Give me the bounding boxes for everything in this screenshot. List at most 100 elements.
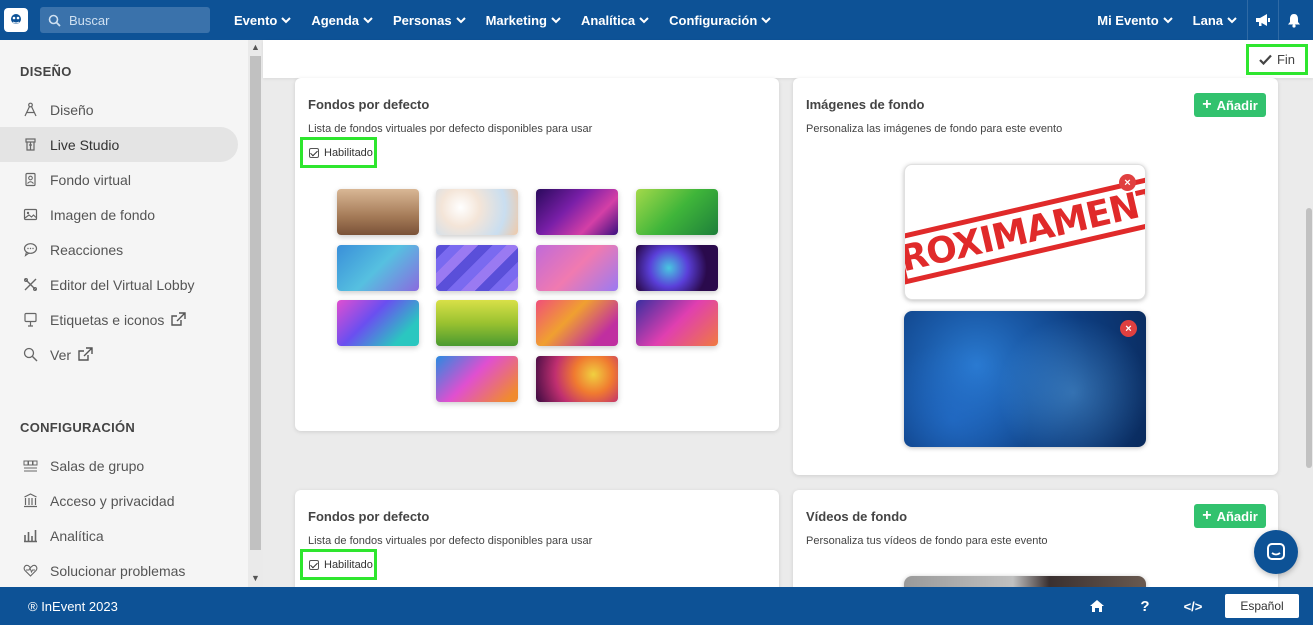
card-title: Fondos por defecto	[308, 97, 430, 112]
checkbox-icon	[309, 147, 319, 158]
card-title: Vídeos de fondo	[806, 509, 908, 524]
help-icon[interactable]: ?	[1121, 598, 1169, 615]
groups-icon	[22, 458, 38, 474]
sidebar-item-fondo-virtual[interactable]: Fondo virtual	[0, 162, 238, 197]
close-icon[interactable]: ×	[1120, 320, 1137, 337]
card-title: Fondos por defecto	[308, 509, 430, 524]
background-thumbnail[interactable]	[536, 300, 618, 346]
add-video-button[interactable]: + Añadir	[1194, 504, 1266, 528]
background-thumbnail[interactable]	[536, 189, 618, 235]
sidebar-item-salas-de-grupo[interactable]: Salas de grupo	[0, 448, 238, 483]
sidebar-item-reacciones[interactable]: Reacciones	[0, 232, 238, 267]
inevent-logo-icon[interactable]	[4, 8, 28, 32]
sign-icon	[22, 312, 38, 328]
portrait-icon	[22, 172, 38, 188]
page-header: Fin	[263, 40, 1313, 78]
sidebar-section-configuracion: CONFIGURACIÓN	[20, 420, 136, 435]
background-thumbnail[interactable]	[337, 300, 419, 346]
chevron-down-icon	[363, 16, 373, 23]
home-icon[interactable]	[1073, 599, 1121, 613]
background-thumbnail[interactable]	[436, 300, 518, 346]
footer: ® InEvent 2023 ? </> Español	[0, 587, 1313, 625]
nav-menu-analitica[interactable]: Analítica	[581, 13, 649, 28]
card-title: Imágenes de fondo	[806, 97, 925, 112]
event-selector[interactable]: Mi Evento	[1097, 13, 1173, 28]
nav-menu-evento[interactable]: Evento	[234, 13, 292, 28]
language-selector[interactable]: Español	[1225, 594, 1299, 618]
sidebar-item-diseno[interactable]: Diseño	[0, 92, 238, 127]
sidebar-group-configuracion: Salas de grupo Acceso y privacidad Analí…	[0, 448, 238, 587]
background-image-space[interactable]: ×	[904, 311, 1146, 447]
sidebar-scrollbar[interactable]: ▲ ▼	[248, 40, 263, 587]
card-description: Lista de fondos virtuales por defecto di…	[308, 123, 593, 135]
checkbox-icon	[309, 559, 319, 570]
sidebar-item-etiquetas-e-iconos[interactable]: Etiquetas e iconos	[0, 302, 238, 337]
check-icon	[1259, 54, 1272, 65]
nav-menu-marketing[interactable]: Marketing	[486, 13, 561, 28]
nav-right-group: Mi Evento Lana	[1087, 0, 1313, 40]
chart-icon	[22, 528, 38, 544]
nav-menu-configuracion[interactable]: Configuración	[669, 13, 771, 28]
page-scrollbar[interactable]	[1305, 78, 1313, 587]
background-thumbnail[interactable]	[536, 356, 618, 402]
megaphone-icon[interactable]	[1248, 0, 1278, 40]
nav-menu-agenda[interactable]: Agenda	[311, 13, 373, 28]
background-thumbnail[interactable]	[436, 356, 518, 402]
code-icon[interactable]: </>	[1169, 599, 1217, 614]
chevron-down-icon	[551, 16, 561, 23]
chevron-down-icon	[281, 16, 292, 23]
sidebar-item-solucionar-problemas[interactable]: Solucionar problemas	[0, 553, 238, 587]
enabled-checkbox[interactable]: Habilitado	[300, 137, 377, 168]
plus-icon: +	[1202, 96, 1212, 113]
studio-icon	[22, 137, 38, 153]
background-thumbnail[interactable]	[636, 189, 718, 235]
chevron-down-icon	[761, 16, 771, 23]
chat-support-button[interactable]	[1254, 530, 1298, 574]
bell-icon[interactable]	[1279, 0, 1309, 40]
chevron-down-icon	[1227, 16, 1237, 23]
background-thumbnail[interactable]	[636, 300, 718, 346]
background-thumbnail[interactable]	[536, 245, 618, 291]
background-thumbnail[interactable]	[337, 189, 419, 235]
search-input[interactable]: Buscar	[40, 7, 210, 33]
footer-actions: ? </> Español	[1073, 594, 1313, 618]
enabled-checkbox[interactable]: Habilitado	[300, 549, 377, 580]
proximamente-stamp: PROXIMAMENTE	[905, 174, 1145, 286]
user-menu[interactable]: Lana	[1193, 13, 1237, 28]
add-image-button[interactable]: + Añadir	[1194, 93, 1266, 117]
background-image-proximamente[interactable]: PROXIMAMENTE ×	[904, 164, 1146, 300]
sidebar-scroll-thumb[interactable]	[250, 56, 261, 550]
search-icon	[22, 347, 38, 363]
nebula-texture	[904, 311, 1146, 447]
sidebar-item-live-studio[interactable]: Live Studio	[0, 127, 238, 162]
sidebar-item-acceso-y-privacidad[interactable]: Acceso y privacidad	[0, 483, 238, 518]
background-thumbnail[interactable]	[337, 245, 419, 291]
close-icon[interactable]: ×	[1119, 174, 1136, 191]
sidebar-item-analitica[interactable]: Analítica	[0, 518, 238, 553]
sidebar: DISEÑO Diseño Live Studio Fondo virtual …	[0, 40, 263, 587]
page-scroll-thumb[interactable]	[1306, 208, 1312, 468]
sidebar-section-diseno: DISEÑO	[20, 64, 72, 79]
tools-icon	[22, 277, 38, 293]
chevron-down-icon	[455, 16, 466, 23]
building-icon	[22, 493, 38, 509]
sidebar-item-imagen-de-fondo[interactable]: Imagen de fondo	[0, 197, 238, 232]
search-icon	[48, 14, 61, 27]
default-backgrounds-card: Fondos por defecto Lista de fondos virtu…	[295, 78, 779, 431]
background-thumbnail[interactable]	[636, 245, 718, 291]
chevron-down-icon	[639, 16, 649, 23]
card-description: Personaliza tus vídeos de fondo para est…	[806, 535, 1048, 547]
background-thumbnail[interactable]	[436, 189, 518, 235]
nav-menu-personas[interactable]: Personas	[393, 13, 466, 28]
card-description: Lista de fondos virtuales por defecto di…	[308, 535, 593, 547]
background-thumbnail[interactable]	[436, 245, 518, 291]
scroll-down-icon[interactable]: ▼	[251, 573, 260, 583]
scroll-up-icon[interactable]: ▲	[251, 42, 260, 52]
fin-button[interactable]: Fin	[1246, 44, 1308, 75]
copyright-text: ® InEvent 2023	[28, 598, 118, 614]
compass-icon	[22, 102, 38, 118]
sidebar-group-diseno: Diseño Live Studio Fondo virtual Imagen …	[0, 92, 238, 372]
sidebar-item-ver[interactable]: Ver	[0, 337, 238, 372]
sidebar-item-editor-virtual-lobby[interactable]: Editor del Virtual Lobby	[0, 267, 238, 302]
image-icon	[22, 207, 38, 223]
